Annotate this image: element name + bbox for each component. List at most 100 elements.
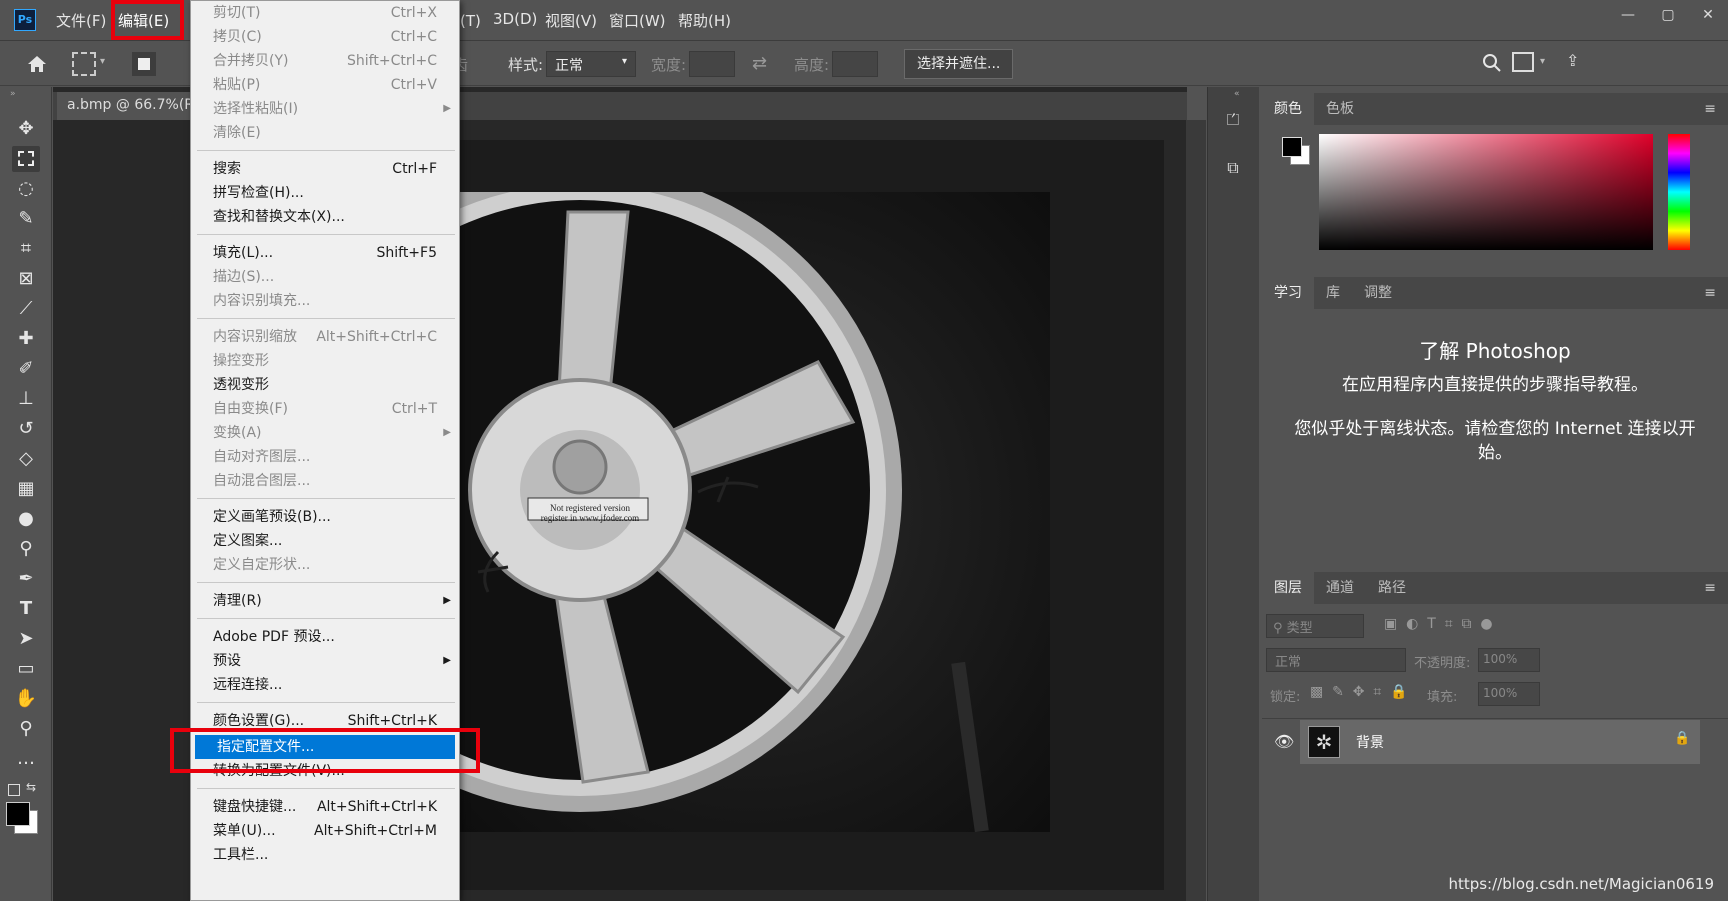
workspace-icon[interactable] (1512, 52, 1534, 72)
menu-item[interactable]: 拼写检查(H)... (191, 181, 459, 205)
menu-3d[interactable]: 3D(D) (493, 10, 537, 28)
menu-view[interactable]: 视图(V) (545, 10, 597, 31)
menu-item[interactable]: 工具栏... (191, 843, 459, 867)
layer-row[interactable]: ✲ 背景 🔒 (1300, 720, 1700, 764)
menu-item[interactable]: 内容识别缩放 Alt+Shift+Ctrl+C (191, 325, 459, 349)
menu-item[interactable]: 剪切(T) Ctrl+X (191, 1, 459, 25)
fill-input[interactable]: 100% (1478, 682, 1540, 706)
opacity-input[interactable]: 100% (1478, 648, 1540, 672)
quick-select-tool-icon[interactable]: ✎ (12, 206, 40, 232)
history-panel-icon[interactable]: ⏍ (1222, 110, 1244, 132)
menu-file[interactable]: 文件(F) (56, 10, 106, 31)
move-tool-icon[interactable]: ✥ (12, 116, 40, 142)
blur-tool-icon[interactable]: ● (12, 506, 40, 532)
dodge-tool-icon[interactable]: ⚲ (12, 536, 40, 562)
menu-item[interactable]: 描边(S)... (191, 265, 459, 289)
tab-layers[interactable]: 图层 (1262, 572, 1314, 604)
menu-item[interactable]: 变换(A) ▶ (191, 421, 459, 445)
share-icon[interactable]: ⇪ (1566, 51, 1579, 70)
maximize-icon[interactable]: ▢ (1648, 0, 1688, 30)
blend-mode-select[interactable]: 正常 (1266, 648, 1406, 672)
zoom-tool-icon[interactable]: ⚲ (12, 716, 40, 742)
menu-item[interactable]: 合并拷贝(Y) Shift+Ctrl+C (191, 49, 459, 73)
home-icon[interactable] (24, 51, 50, 77)
canvas-image[interactable]: Not registered version register in www.j… (458, 192, 1050, 832)
3d-panel-icon[interactable]: ⧉ (1222, 158, 1244, 180)
tab-adjustments[interactable]: 调整 (1352, 277, 1404, 309)
menu-item[interactable]: 自动混合图层... (191, 469, 459, 493)
menu-item[interactable]: 透视变形 (191, 373, 459, 397)
panel-menu-icon[interactable]: ≡ (1704, 101, 1716, 117)
panel-menu-icon[interactable]: ≡ (1704, 580, 1716, 596)
menu-window[interactable]: 窗口(W) (609, 10, 666, 31)
brush-tool-icon[interactable]: ✐ (12, 356, 40, 382)
menu-help[interactable]: 帮助(H) (678, 10, 731, 31)
clone-stamp-tool-icon[interactable]: ⊥ (12, 386, 40, 412)
height-input[interactable] (832, 51, 878, 77)
swap-colors-icon[interactable]: ⇆ (26, 780, 36, 794)
collapse-icon[interactable]: « (1234, 89, 1240, 99)
rect-marquee-tool-icon[interactable] (12, 146, 40, 172)
menu-item[interactable]: 菜单(U)... Alt+Shift+Ctrl+M (191, 819, 459, 843)
tab-color[interactable]: 颜色 (1262, 93, 1314, 125)
swap-arrows-icon[interactable]: ⇄ (752, 53, 767, 74)
tab-paths[interactable]: 路径 (1366, 572, 1418, 604)
eraser-tool-icon[interactable]: ◇ (12, 446, 40, 472)
layer-filter-icons[interactable]: ▣ ◐ T ⌗ ⧉ ● (1384, 616, 1493, 632)
vertical-scrollbar[interactable] (1186, 120, 1206, 901)
search-icon[interactable] (1480, 51, 1504, 75)
menu-item[interactable]: 内容识别填充... (191, 289, 459, 313)
style-select[interactable]: 正常 ▾ (546, 51, 636, 77)
gradient-tool-icon[interactable]: ▦ (12, 476, 40, 502)
new-selection-icon[interactable] (132, 52, 156, 76)
collapse-icon[interactable]: » (10, 89, 16, 99)
menu-item[interactable]: 清除(E) (191, 121, 459, 145)
minimize-icon[interactable]: — (1608, 0, 1648, 30)
tab-channels[interactable]: 通道 (1314, 572, 1366, 604)
color-fg-swatch[interactable] (1282, 137, 1302, 157)
select-and-mask-button[interactable]: 选择并遮住... (904, 49, 1014, 79)
menu-item[interactable]: 搜索 Ctrl+F (191, 157, 459, 181)
type-tool-icon[interactable]: T (12, 596, 40, 622)
default-colors-icon[interactable] (8, 784, 20, 796)
menu-item[interactable]: 粘贴(P) Ctrl+V (191, 73, 459, 97)
lasso-tool-icon[interactable]: ◌ (12, 176, 40, 202)
history-brush-tool-icon[interactable]: ↺ (12, 416, 40, 442)
healing-brush-tool-icon[interactable]: ✚ (12, 326, 40, 352)
tab-swatches[interactable]: 色板 (1314, 93, 1366, 125)
menu-item[interactable]: 查找和替换文本(X)... (191, 205, 459, 229)
chevron-down-icon[interactable]: ▾ (100, 56, 105, 67)
menu-item[interactable]: 操控变形 (191, 349, 459, 373)
saturation-brightness-field[interactable] (1319, 134, 1653, 250)
tab-libraries[interactable]: 库 (1314, 277, 1352, 309)
eyedropper-tool-icon[interactable]: ⟋ (12, 296, 40, 322)
rect-marquee-preset-icon[interactable] (72, 52, 96, 76)
path-select-tool-icon[interactable]: ➤ (12, 626, 40, 652)
more-tools-icon[interactable]: … (12, 746, 40, 772)
menu-item[interactable]: 键盘快捷键... Alt+Shift+Ctrl+K (191, 795, 459, 819)
menu-item[interactable]: 自动对齐图层... (191, 445, 459, 469)
lock-icons[interactable]: ▩ ✎ ✥ ⌗ 🔒 (1310, 684, 1408, 700)
pen-tool-icon[interactable]: ✒ (12, 566, 40, 592)
menu-item[interactable]: 自由变换(F) Ctrl+T (191, 397, 459, 421)
menu-item[interactable]: 拷贝(C) Ctrl+C (191, 25, 459, 49)
crop-tool-icon[interactable]: ⌗ (12, 236, 40, 262)
menu-item[interactable]: 预设 ▶ (191, 649, 459, 673)
layer-filter-select[interactable]: ⚲ 类型 (1266, 614, 1364, 638)
tab-learn[interactable]: 学习 (1262, 277, 1314, 309)
hand-tool-icon[interactable]: ✋ (12, 686, 40, 712)
foreground-color-swatch[interactable] (6, 802, 30, 826)
menu-item[interactable]: 选择性粘贴(I) ▶ (191, 97, 459, 121)
menu-item[interactable]: 定义图案... (191, 529, 459, 553)
document-tab[interactable]: a.bmp @ 66.7%(R (57, 92, 197, 120)
width-input[interactable] (689, 51, 735, 77)
menu-item[interactable]: 清理(R) ▶ (191, 589, 459, 613)
panel-menu-icon[interactable]: ≡ (1704, 285, 1716, 301)
frame-tool-icon[interactable]: ⊠ (12, 266, 40, 292)
menu-item[interactable]: Adobe PDF 预设... (191, 625, 459, 649)
menu-item[interactable]: 定义画笔预设(B)... (191, 505, 459, 529)
rectangle-tool-icon[interactable]: ▭ (12, 656, 40, 682)
menu-item[interactable]: 定义自定形状... (191, 553, 459, 577)
chevron-down-icon[interactable]: ▾ (1540, 56, 1545, 67)
visibility-eye-icon[interactable]: 👁 (1274, 732, 1294, 751)
